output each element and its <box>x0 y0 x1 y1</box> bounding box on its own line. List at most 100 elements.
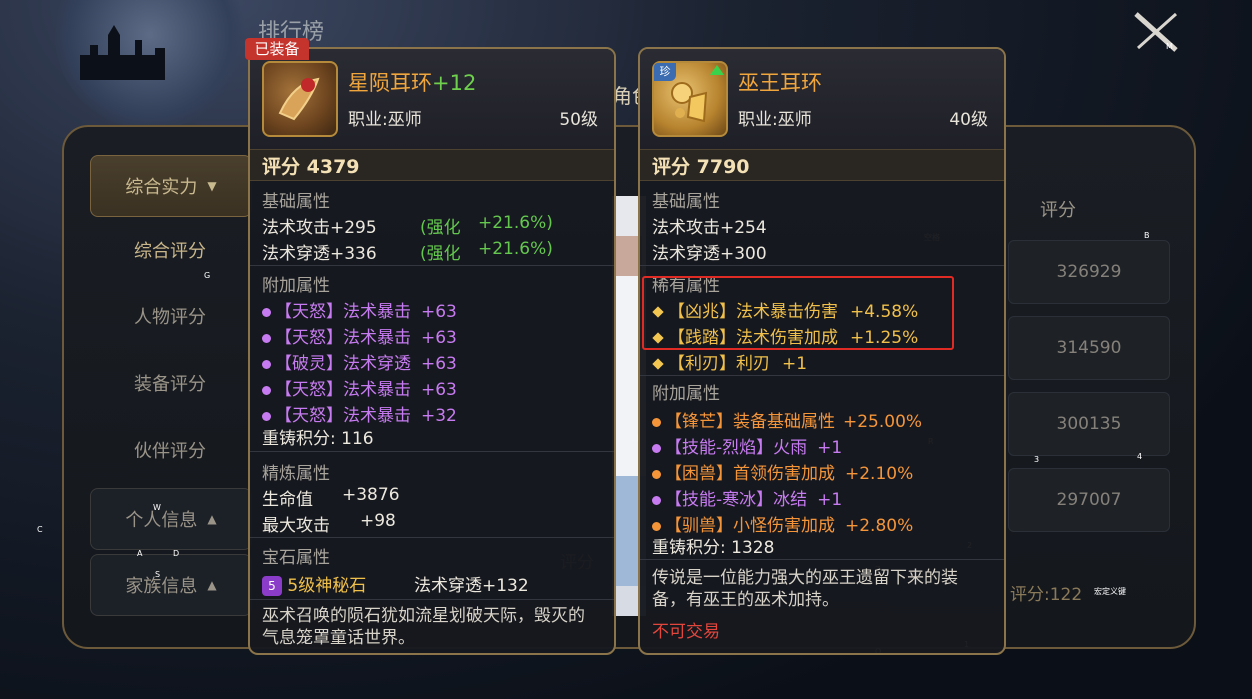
refine-attr-line: 生命值 +3876 <box>262 485 400 510</box>
item-job: 职业:巫师 <box>348 110 422 130</box>
reforge-points: 重铸积分: 1328 <box>652 538 775 558</box>
sidebar-item-label: 家族信息 <box>125 576 198 597</box>
divider <box>640 265 1004 266</box>
hotkey-g: G <box>204 271 211 280</box>
sidebar-item-label: 装备评分 <box>134 374 206 395</box>
sidebar-item-label: 综合评分 <box>134 241 206 262</box>
extra-attr-line: 【天怒】法术暴击 +63 <box>262 375 457 400</box>
equipped-item-tooltip: 星陨耳环+12 职业:巫师 50级 评分 4379 基础属性 法术攻击+295(… <box>248 47 616 655</box>
earring-icon <box>278 77 320 121</box>
extra-attr-line: 【天怒】法术暴击 +63 <box>262 297 457 322</box>
bullet-icon <box>262 307 271 317</box>
divider <box>250 265 614 266</box>
sidebar-item-label: 个人信息 <box>125 510 198 531</box>
item-icon: 珍 <box>652 61 728 137</box>
enhance-level: +12 <box>432 71 477 95</box>
my-score-label: 评分: <box>1010 585 1050 605</box>
item-job: 职业:巫师 <box>738 110 812 130</box>
upgrade-arrow-icon <box>710 65 724 75</box>
sidebar-item-partner-score[interactable]: 伙伴评分 <box>90 420 250 480</box>
ranking-row[interactable]: 300135 <box>1008 392 1170 456</box>
castle-silhouette-icon <box>80 25 165 80</box>
item-level: 40级 <box>949 110 988 130</box>
extra-attr-line: 【锋芒】装备基础属性 +25.00% <box>652 407 922 432</box>
hotkey-label: M <box>1166 42 1173 51</box>
chevron-down-icon: ▼ <box>207 179 217 193</box>
extra-attr-line: 【天怒】法术暴击 +32 <box>262 401 457 426</box>
extra-attr-line: 【破灵】法术穿透 +63 <box>262 349 457 374</box>
sidebar-item-personal-info[interactable]: 个人信息 ▲ <box>90 488 252 550</box>
my-score: 评分:122 <box>1010 580 1082 605</box>
sidebar-item-character-score[interactable]: 人物评分 <box>90 286 250 346</box>
reforge-points: 重铸积分: 116 <box>262 429 374 449</box>
sidebar-item-equipment-score[interactable]: 装备评分 <box>90 353 250 413</box>
gem-attr-label: 宝石属性 <box>262 548 330 568</box>
ranking-score: 300135 <box>1056 414 1122 434</box>
ranking-column-header: 评分 <box>1040 200 1076 221</box>
bullet-icon <box>262 385 271 395</box>
ranking-score: 297007 <box>1056 490 1122 510</box>
extra-attr-label: 附加属性 <box>262 276 330 296</box>
bullet-icon <box>652 495 661 505</box>
hotkey-b: B <box>1144 231 1150 240</box>
ranking-row[interactable]: 297007 <box>1008 468 1170 532</box>
divider <box>640 559 1004 560</box>
hotkey-w: W <box>153 503 161 512</box>
hotkey-4: 4 <box>1137 452 1143 461</box>
base-attr-line: 法术穿透+336 (强化 +21.6%) <box>262 239 553 264</box>
divider <box>640 375 1004 376</box>
base-attr-line: 法术攻击+254 <box>652 218 767 238</box>
equipped-badge: 已装备 <box>245 38 309 60</box>
hotkey-macro: 宏定义键 <box>1094 587 1126 596</box>
hotkey-a: A <box>137 549 143 558</box>
sidebar-item-label: 伙伴评分 <box>134 441 206 462</box>
sidebar-item-family-info[interactable]: 家族信息 ▲ <box>90 554 252 616</box>
item-score: 评分 4379 <box>262 156 360 178</box>
refine-attr-label: 精炼属性 <box>262 464 330 484</box>
ranking-score: 314590 <box>1056 338 1122 358</box>
sidebar-item-overall-score[interactable]: 综合评分 <box>90 220 250 280</box>
item-name: 星陨耳环+12 <box>348 71 477 95</box>
trade-status: 不可交易 <box>652 622 720 642</box>
extra-attr-label: 附加属性 <box>652 384 720 404</box>
gem-attr-line: 5 5级神秘石 法术穿透+132 <box>262 571 529 596</box>
sidebar-item-label: 综合实力 <box>125 177 198 198</box>
rare-badge: 珍 <box>654 63 676 81</box>
ranking-row[interactable]: 326929 <box>1008 240 1170 304</box>
item-name: 巫王耳环 <box>738 71 822 95</box>
ranking-row[interactable]: 314590 <box>1008 316 1170 380</box>
diamond-icon <box>652 358 664 370</box>
bullet-icon <box>652 521 661 531</box>
hotkey-c: C <box>37 525 43 534</box>
item-description: 巫术召唤的陨石犹如流星划破天际，毁灭的气息笼罩童话世界。 <box>262 606 585 648</box>
divider <box>250 599 614 600</box>
close-button[interactable]: M <box>1128 8 1184 56</box>
bullet-icon <box>262 359 271 369</box>
base-attr-line: 法术攻击+295 (强化 +21.6%) <box>262 213 553 238</box>
my-score-value: 122 <box>1049 585 1083 605</box>
item-level: 50级 <box>559 110 598 130</box>
divider <box>250 537 614 538</box>
ranking-score: 326929 <box>1056 262 1122 282</box>
item-description: 传说是一位能力强大的巫王遗留下来的装备，有巫王的巫术加持。 <box>652 568 958 610</box>
bullet-icon <box>652 469 661 479</box>
sidebar-item-overall-strength[interactable]: 综合实力 ▼ <box>90 155 252 217</box>
highlight-box <box>642 276 954 350</box>
score-bar: 评分 7790 <box>640 149 1004 181</box>
extra-attr-line: 【技能-烈焰】火雨 +1 <box>652 433 842 458</box>
hotkey-d: D <box>173 549 180 558</box>
refine-attr-line: 最大攻击 +98 <box>262 511 396 536</box>
bullet-icon <box>262 411 271 421</box>
compare-item-tooltip: 珍 巫王耳环 职业:巫师 40级 评分 7790 基础属性 法术攻击+254 法… <box>638 47 1006 655</box>
hotkey-3: 3 <box>1034 455 1040 464</box>
extra-attr-line: 【困兽】首领伤害加成 +2.10% <box>652 459 913 484</box>
bullet-icon <box>652 443 661 453</box>
gem-icon: 5 <box>262 576 282 596</box>
item-icon <box>262 61 338 137</box>
base-attr-label: 基础属性 <box>262 192 330 212</box>
extra-attr-line: 【天怒】法术暴击 +63 <box>262 323 457 348</box>
rare-attr-line: 【利刃】利刃 +1 <box>652 349 807 374</box>
divider <box>250 451 614 452</box>
chevron-up-icon: ▲ <box>207 578 217 592</box>
bullet-icon <box>262 333 271 343</box>
